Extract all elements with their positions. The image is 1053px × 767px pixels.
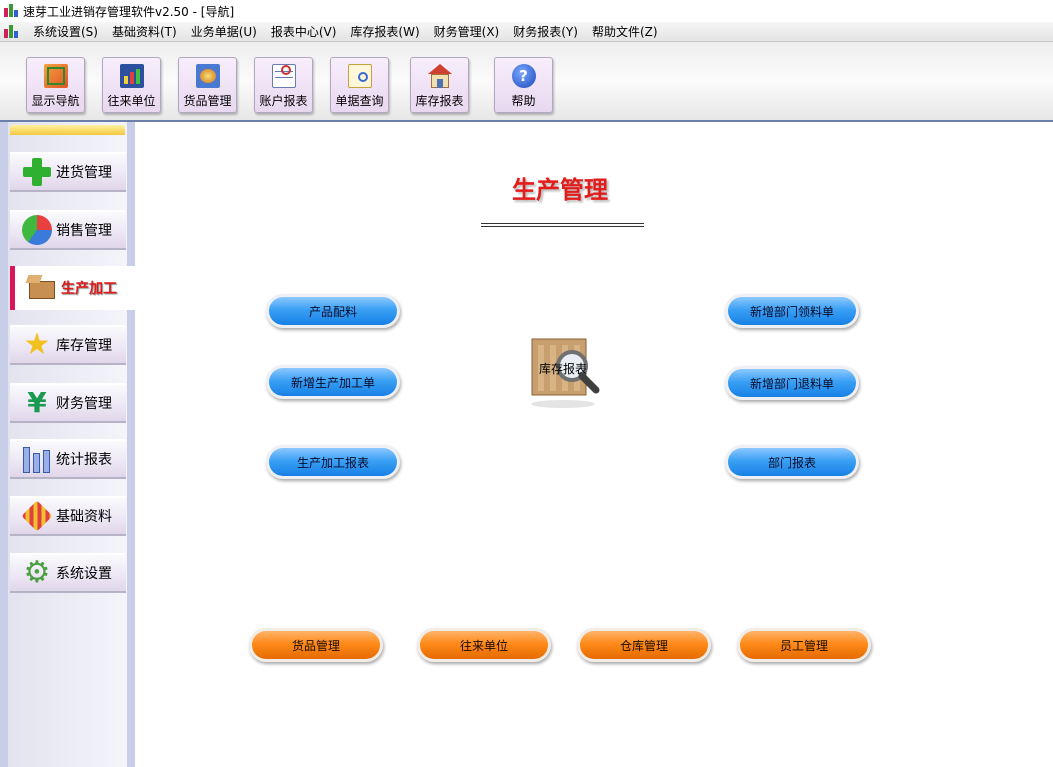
- title-bar: 速芽工业进销存管理软件v2.50 - [导航]: [0, 0, 1053, 22]
- sidebar: 进货管理 销售管理 生产加工 ★ 库存管理 ¥ 财务管理 统计报表 基础资料 ⚙: [0, 122, 135, 767]
- menu-finance-reports[interactable]: 财务报表(Y): [506, 23, 585, 40]
- department-report-button[interactable]: 部门报表: [725, 445, 859, 479]
- sidebar-item-statistics[interactable]: 统计报表: [10, 439, 126, 479]
- title-divider: [481, 223, 644, 227]
- sidebar-top-strip: [10, 125, 125, 135]
- menu-business-documents[interactable]: 业务单据(U): [184, 23, 264, 40]
- sidebar-item-inventory[interactable]: ★ 库存管理: [10, 325, 126, 365]
- document-search-icon: [347, 64, 372, 88]
- window-title: 速芽工业进销存管理软件v2.50 - [导航]: [23, 4, 235, 19]
- partners-shortcut[interactable]: 往来单位: [417, 628, 551, 662]
- page-title: 生产管理: [512, 176, 608, 204]
- menu-bar: 系统设置(S) 基础资料(T) 业务单据(U) 报表中心(V) 库存报表(W) …: [0, 22, 1053, 42]
- employee-management-shortcut[interactable]: 员工管理: [737, 628, 871, 662]
- star-icon: ★: [23, 327, 51, 362]
- goods-icon: [195, 64, 220, 88]
- warehouse-icon: [427, 64, 452, 88]
- main-panel: 生产管理 产品配料 新增生产加工单 生产加工报表 新增部门领料单 新增部门退料单…: [135, 122, 1053, 767]
- sidebar-item-production[interactable]: 生产加工: [10, 266, 135, 310]
- menu-help-files[interactable]: 帮助文件(Z): [585, 23, 665, 40]
- goods-management-button[interactable]: 货品管理: [178, 57, 237, 113]
- new-department-requisition-button[interactable]: 新增部门领料单: [725, 294, 859, 328]
- menu-inventory-reports[interactable]: 库存报表(W): [343, 23, 426, 40]
- new-department-return-button[interactable]: 新增部门退料单: [725, 366, 859, 400]
- tools-icon: [21, 500, 53, 532]
- menu-basic-data[interactable]: 基础资料(T): [105, 23, 184, 40]
- new-production-order-button[interactable]: 新增生产加工单: [266, 365, 400, 399]
- bar-chart-icon: [22, 444, 52, 474]
- pie-chart-icon: [22, 215, 52, 245]
- box-icon: [25, 273, 57, 303]
- sidebar-item-basic-data[interactable]: 基础资料: [10, 496, 126, 536]
- product-ingredients-button[interactable]: 产品配料: [266, 294, 400, 328]
- partners-chart-icon: [119, 64, 144, 88]
- center-inventory-report-label[interactable]: 库存报表: [539, 360, 587, 377]
- account-report-button[interactable]: 账户报表: [254, 57, 313, 113]
- goods-management-shortcut[interactable]: 货品管理: [249, 628, 383, 662]
- menu-report-center[interactable]: 报表中心(V): [264, 23, 344, 40]
- sidebar-item-system-settings[interactable]: ⚙ 系统设置: [10, 553, 126, 593]
- sidebar-item-finance[interactable]: ¥ 财务管理: [10, 383, 126, 423]
- warehouse-management-shortcut[interactable]: 仓库管理: [577, 628, 711, 662]
- menu-finance-management[interactable]: 财务管理(X): [427, 23, 507, 40]
- inventory-report-button[interactable]: 库存报表: [410, 57, 469, 113]
- help-button[interactable]: ? 帮助: [494, 57, 553, 113]
- help-icon: ?: [511, 64, 536, 88]
- gear-icon: ⚙: [23, 555, 51, 590]
- toolbar: 显示导航 往来单位 货品管理 账户报表 单据查询 库存报表 ? 帮助: [0, 42, 1053, 122]
- menu-app-icon[interactable]: [4, 24, 18, 39]
- plus-icon: [22, 157, 52, 187]
- production-report-button[interactable]: 生产加工报表: [266, 445, 400, 479]
- app-logo-icon: [4, 4, 18, 18]
- sidebar-item-sales[interactable]: 销售管理: [10, 210, 126, 250]
- show-navigation-button[interactable]: 显示导航: [26, 57, 85, 113]
- document-query-button[interactable]: 单据查询: [330, 57, 389, 113]
- yen-icon: ¥: [27, 386, 47, 419]
- sidebar-item-purchase[interactable]: 进货管理: [10, 152, 126, 192]
- partners-button[interactable]: 往来单位: [102, 57, 161, 113]
- account-report-icon: [271, 64, 296, 88]
- menu-system-settings[interactable]: 系统设置(S): [26, 23, 105, 40]
- navigation-icon: [43, 64, 68, 88]
